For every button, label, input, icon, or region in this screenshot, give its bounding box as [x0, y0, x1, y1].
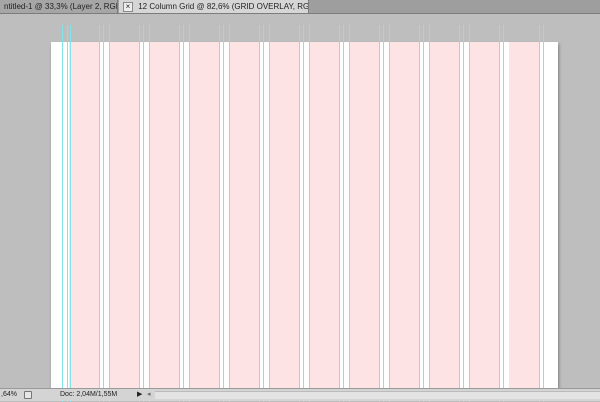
- tab-untitled-1-label: ntitled-1 @ 33,3% (Layer 2, RGB/8) *: [4, 2, 117, 11]
- grid-column: [509, 42, 539, 388]
- guide-line[interactable]: [423, 25, 424, 402]
- canvas-workspace[interactable]: [0, 14, 600, 402]
- guide-line[interactable]: [223, 25, 224, 402]
- guide-line[interactable]: [303, 25, 304, 402]
- grid-column: [229, 42, 259, 388]
- guide-line[interactable]: [339, 25, 340, 402]
- guide-line[interactable]: [299, 25, 300, 402]
- grid-column: [269, 42, 299, 388]
- grid-column: [189, 42, 219, 388]
- guide-line[interactable]: [219, 25, 220, 402]
- guide-line[interactable]: [139, 25, 140, 402]
- guide-line[interactable]: [429, 25, 430, 402]
- guide-line[interactable]: [109, 25, 110, 402]
- guide-line[interactable]: [99, 25, 100, 402]
- tab-12-column-grid[interactable]: × 12 Column Grid @ 82,6% (GRID OVERLAY, …: [119, 0, 309, 13]
- scroll-left-icon[interactable]: ◂: [147, 389, 151, 401]
- guide-line[interactable]: [229, 25, 230, 402]
- guide-line[interactable]: [349, 25, 350, 402]
- guide-line[interactable]: [343, 25, 344, 402]
- grid-column: [429, 42, 459, 388]
- guide-line[interactable]: [463, 25, 464, 402]
- grid-column: [69, 42, 99, 388]
- guide-line[interactable]: [70, 25, 71, 402]
- guide-line[interactable]: [189, 25, 190, 402]
- grid-column: [469, 42, 499, 388]
- guide-line[interactable]: [419, 25, 420, 402]
- document-canvas[interactable]: [51, 42, 558, 388]
- zoom-level[interactable]: ,64%: [0, 389, 21, 401]
- guide-line[interactable]: [389, 25, 390, 402]
- grid-column: [149, 42, 179, 388]
- grid-column: [389, 42, 419, 388]
- guide-line[interactable]: [469, 25, 470, 402]
- guide-line[interactable]: [459, 25, 460, 402]
- doc-size-info: Doc: 2,04M/1,55M: [60, 391, 118, 398]
- guide-line[interactable]: [503, 25, 504, 402]
- guide-line[interactable]: [62, 25, 63, 402]
- guide-line[interactable]: [379, 25, 380, 402]
- status-doc-icon[interactable]: [24, 391, 32, 399]
- tab-12-column-grid-label: 12 Column Grid @ 82,6% (GRID OVERLAY, RG…: [138, 2, 309, 11]
- guide-line[interactable]: [183, 25, 184, 402]
- guide-line[interactable]: [269, 25, 270, 402]
- horizontal-scrollbar[interactable]: [155, 391, 600, 399]
- guide-line[interactable]: [67, 25, 68, 402]
- guide-line[interactable]: [179, 25, 180, 402]
- close-icon[interactable]: ×: [123, 1, 133, 12]
- guide-line[interactable]: [539, 25, 540, 402]
- guide-line[interactable]: [149, 25, 150, 402]
- grid-column: [349, 42, 379, 388]
- status-menu-arrow-icon[interactable]: ▶: [137, 389, 142, 401]
- guide-line[interactable]: [309, 25, 310, 402]
- guide-line[interactable]: [143, 25, 144, 402]
- guide-line[interactable]: [103, 25, 104, 402]
- guide-line[interactable]: [259, 25, 260, 402]
- grid-column: [109, 42, 139, 388]
- guide-line[interactable]: [543, 25, 544, 402]
- guide-line[interactable]: [383, 25, 384, 402]
- status-bar: ,64% Doc: 2,04M/1,55M ▶ ◂: [0, 388, 600, 401]
- grid-column: [309, 42, 339, 388]
- document-tab-bar: ntitled-1 @ 33,3% (Layer 2, RGB/8) * × 1…: [0, 0, 600, 14]
- guide-line[interactable]: [263, 25, 264, 402]
- guide-line[interactable]: [499, 25, 500, 402]
- tab-untitled-1[interactable]: ntitled-1 @ 33,3% (Layer 2, RGB/8) *: [0, 0, 118, 13]
